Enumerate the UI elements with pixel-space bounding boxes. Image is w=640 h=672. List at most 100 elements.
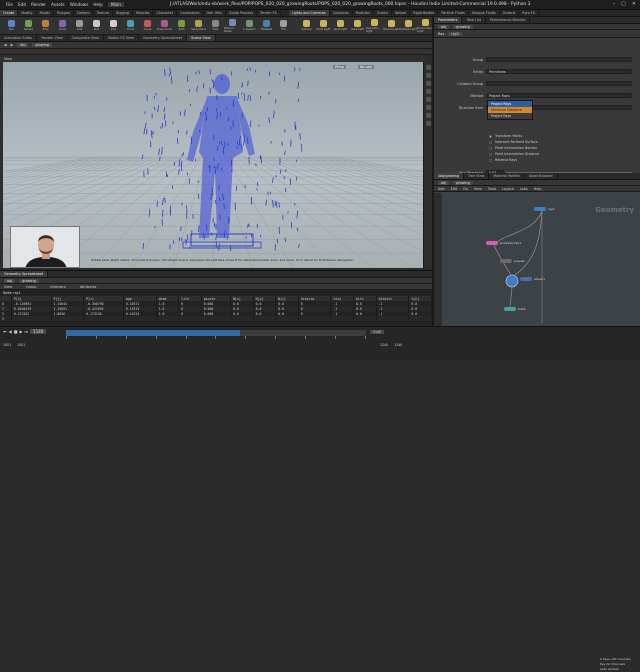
shelf-tab-pyro[interactable]: Pyro FX <box>519 10 539 16</box>
shelf-tool-circle[interactable]: Circle <box>122 20 139 31</box>
forward-icon[interactable]: ▶ <box>11 43 14 47</box>
shelf-tab-oceans[interactable]: Oceans <box>500 10 520 16</box>
snap-icon[interactable] <box>426 121 431 126</box>
shelf-tool-tube[interactable]: Tube <box>37 20 54 31</box>
shelf-tab-vellum[interactable]: Vellum <box>392 10 410 16</box>
first-frame-icon[interactable]: ⏮ <box>3 329 7 334</box>
shelf-tab-collisions[interactable]: Collisions <box>330 10 353 16</box>
shelf-tab-rigging[interactable]: Rigging <box>113 10 133 16</box>
current-frame-field[interactable]: 1140 <box>30 329 46 334</box>
shelf-tool-torus[interactable]: Torus <box>54 20 71 31</box>
shelf-tab-guide[interactable]: Guide Process <box>226 10 257 16</box>
stop-icon[interactable]: ■ <box>14 329 18 334</box>
shelf-light-geometry-light[interactable]: Geometry Light <box>366 19 383 33</box>
tab-render-view[interactable]: Render View <box>37 35 67 41</box>
path-obj[interactable]: obj <box>17 43 28 47</box>
maximize-icon[interactable]: ▢ <box>621 1 626 7</box>
shelf-tab-texture[interactable]: Texture <box>94 10 113 16</box>
param-field[interactable] <box>486 81 632 86</box>
shelf-tool-curve[interactable]: Curve <box>139 20 156 31</box>
view-menu[interactable]: View <box>4 57 12 61</box>
tab-performance-monitor[interactable]: Performance Monitor <box>486 17 530 23</box>
checkbox[interactable] <box>489 135 492 138</box>
tab-scene-view[interactable]: Scene View <box>187 35 215 41</box>
shelf-tab-lights[interactable]: Lights and Cameras <box>289 10 330 16</box>
shelf-tab-rbd[interactable]: Rigid Bodies <box>410 10 438 16</box>
shading-icon[interactable] <box>426 73 431 78</box>
desktop-select[interactable]: Main <box>108 2 124 7</box>
network-editor[interactable]: /obj/growing Tree View Material Palette … <box>432 173 640 326</box>
shelf-tab-constraints[interactable]: Constraints <box>177 10 203 16</box>
dropdown-option-project-rays-2[interactable]: Project Rays <box>488 113 532 119</box>
last-frame-icon[interactable]: ⏭ <box>25 329 29 334</box>
shelf-tab-terrain[interactable]: Terrain FX <box>257 10 281 16</box>
node-name-field[interactable]: ray1 <box>448 32 462 36</box>
shelf-tab-modify[interactable]: Modify <box>18 10 36 16</box>
tab-geometry-spreadsheet[interactable]: Geometry Spreadsheet <box>139 35 187 41</box>
node-pointvelocity1[interactable]: pointvelocity1 <box>486 241 521 245</box>
range-end-field[interactable]: 1240 <box>380 343 388 347</box>
frame-marker[interactable]: 1140 <box>370 330 384 334</box>
shelf-light-spot-light[interactable]: Spot Light <box>332 20 349 31</box>
tab-animation-editor[interactable]: Animation Editor <box>0 35 37 41</box>
menu-edit[interactable]: Edit <box>18 2 26 7</box>
node-trail1[interactable]: trail1 <box>504 307 526 311</box>
camera-menu[interactable]: No cam <box>358 65 374 69</box>
shelf-tab-particles[interactable]: Particles <box>353 10 374 16</box>
shelf-tool-font[interactable]: Font <box>207 20 224 31</box>
shelf-tool-draw-curve[interactable]: Draw Curve <box>156 20 173 31</box>
shelf-light-distant-light[interactable]: Distant Light <box>400 20 417 31</box>
display-icon[interactable] <box>426 65 431 70</box>
tab-take-list[interactable]: Take List <box>462 17 486 23</box>
close-icon[interactable]: ✕ <box>632 1 636 7</box>
shelf-tool-platonic-solids[interactable]: Platonic Solids <box>224 19 241 33</box>
tab-motion-fx-view[interactable]: Motion FX View <box>104 35 139 41</box>
menu-assets[interactable]: Assets <box>51 2 65 7</box>
checkbox[interactable] <box>489 147 492 150</box>
back-icon[interactable]: ◀ <box>4 43 7 47</box>
auto-update-menu[interactable]: Auto Update <box>600 667 631 672</box>
menu-help[interactable]: Help <box>93 2 103 7</box>
normals-icon[interactable] <box>426 89 431 94</box>
shelf-tab-model[interactable]: Model <box>37 10 54 16</box>
node-solver1[interactable]: solver1 <box>520 277 545 281</box>
shelf-tab-character[interactable]: Character <box>153 10 177 16</box>
params-path-node[interactable]: growing <box>453 25 473 29</box>
range-start2-field[interactable]: 1001 <box>17 343 25 347</box>
shelf-tool-line[interactable]: Line <box>105 20 122 31</box>
ss-view-menu[interactable]: View <box>4 285 12 289</box>
shelf-tool-grid[interactable]: Grid <box>71 20 88 31</box>
shelf-tab-vfluids[interactable]: Viscous Fluids <box>469 10 500 16</box>
tab-parameters[interactable]: Parameters <box>434 17 462 23</box>
path-node[interactable]: growing <box>32 43 52 47</box>
menu-file[interactable]: File <box>6 2 13 7</box>
points-icon[interactable] <box>426 81 431 86</box>
shelf-tab-grains[interactable]: Grains <box>374 10 392 16</box>
shelf-tool-l-system[interactable]: L-System <box>241 20 258 31</box>
ss-attributes-field[interactable]: Attributes <box>80 285 97 289</box>
shelf-light-area-light[interactable]: Area Light <box>349 20 366 31</box>
shelf-light-point-light[interactable]: Point Light <box>315 20 332 31</box>
shelf-tab-deform[interactable]: Deform <box>74 10 94 16</box>
checkbox[interactable] <box>489 159 492 162</box>
play-icon[interactable]: ▶ <box>19 329 22 334</box>
param-field[interactable]: Primitives <box>486 69 632 74</box>
menu-render[interactable]: Render <box>31 2 46 7</box>
shelf-tab-pfluids[interactable]: Particle Fluids <box>438 10 469 16</box>
range-start-field[interactable]: 1001 <box>3 343 11 347</box>
param-field[interactable] <box>486 57 632 62</box>
ss-intrinsics-toggle[interactable]: Intrinsics <box>50 285 65 289</box>
shelf-tab-muscles[interactable]: Muscles <box>133 10 154 16</box>
ss-group-field[interactable]: Group <box>26 285 36 289</box>
checkbox-row[interactable]: Reverse Rays <box>2 157 640 163</box>
shelf-tab-hair[interactable]: Hair Utils <box>204 10 227 16</box>
checkbox[interactable] <box>489 153 492 156</box>
range-end2-field[interactable]: 1240 <box>394 343 402 347</box>
shelf-tool-sphere[interactable]: Sphere <box>20 20 37 31</box>
shelf-tool-spray-paint[interactable]: Spray Paint <box>190 20 207 31</box>
tab-geo-spreadsheet[interactable]: Geometry Spreadsheet <box>0 271 48 277</box>
minimize-icon[interactable]: – <box>613 1 616 7</box>
shelf-tool-metaball[interactable]: Metaball <box>258 20 275 31</box>
method-dropdown[interactable]: Project Rays Minimum Distance Project Ra… <box>487 100 533 120</box>
step-back-icon[interactable]: ◀ <box>9 329 12 334</box>
